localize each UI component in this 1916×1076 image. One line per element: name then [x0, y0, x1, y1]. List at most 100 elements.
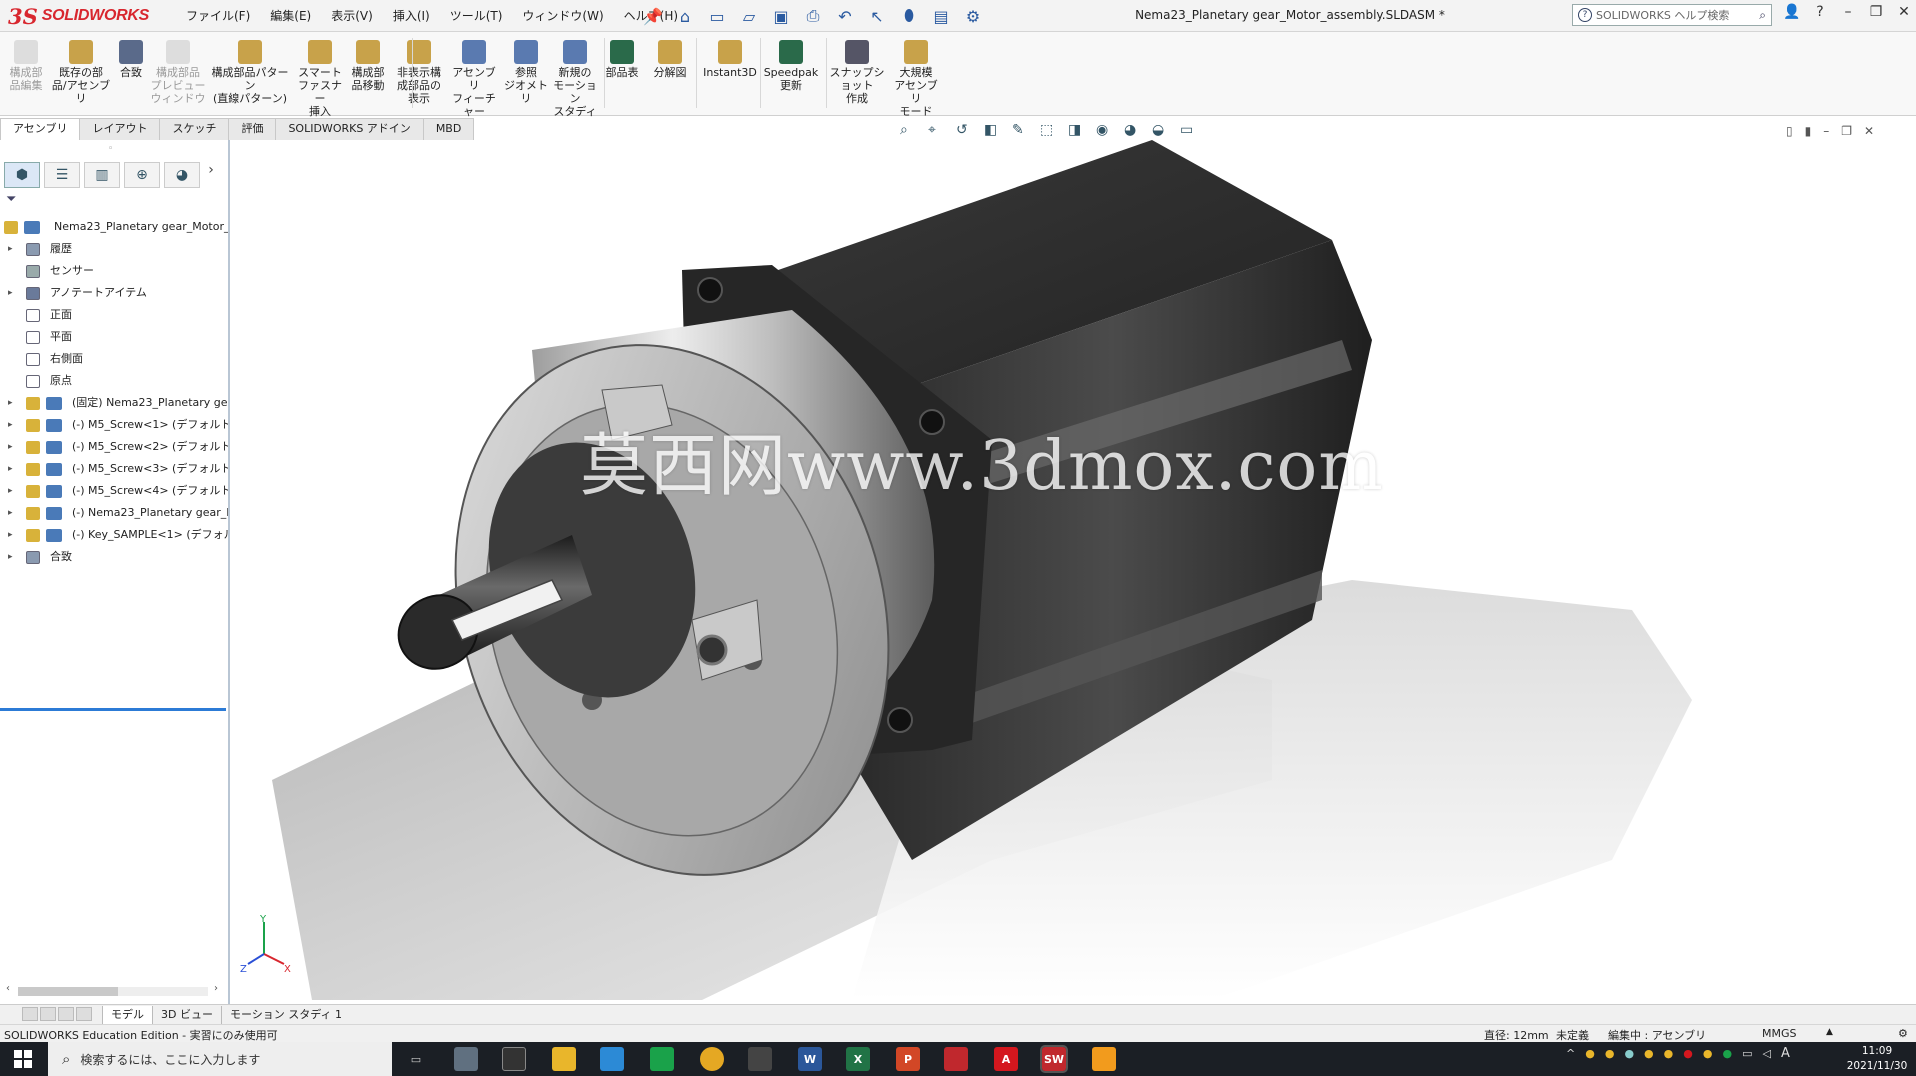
tab-4[interactable]: SOLIDWORKS アドイン	[275, 118, 424, 140]
help-search-box[interactable]: ? SOLIDWORKS ヘルプ検索 ⌕	[1572, 4, 1772, 26]
file-explorer-icon[interactable]	[552, 1047, 576, 1071]
acrobat-icon[interactable]: A	[994, 1047, 1018, 1071]
ribbon-button-12[interactable]: 分解図	[648, 38, 692, 112]
panel-horizontal-scrollbar[interactable]: ‹ ›	[4, 983, 226, 999]
tree-item-8[interactable]: ▸ (-) M5_Screw<1> (デフォルト<<	[0, 414, 228, 436]
tab-next-icon[interactable]	[58, 1006, 74, 1021]
tree-item-7[interactable]: ▸ (固定) Nema23_Planetary gea	[0, 392, 228, 414]
panel-more-chevron-icon[interactable]: ›	[204, 162, 218, 188]
tab-prev-icon[interactable]	[40, 1006, 56, 1021]
expand-arrow-icon[interactable]: ▸	[8, 480, 13, 502]
expand-arrow-icon[interactable]: ▸	[8, 502, 13, 524]
hide-show-items-icon[interactable]: ◉	[1096, 122, 1116, 140]
unit-dropdown-icon[interactable]: ▲	[1826, 1027, 1833, 1037]
tray-app-icon[interactable]: ●	[1703, 1047, 1713, 1060]
ribbon-button-13[interactable]: Instant3D	[702, 38, 758, 112]
tab-2[interactable]: スケッチ	[159, 118, 230, 140]
menu-item-3[interactable]: 挿入(I)	[383, 7, 440, 24]
filter-icon[interactable]: ⏷	[6, 192, 16, 207]
tree-item-12[interactable]: ▸ (-) Nema23_Planetary gear_M	[0, 502, 228, 524]
dynamic-annotation-icon[interactable]: ✎	[1012, 122, 1032, 140]
tree-item-3[interactable]: 正面	[0, 304, 228, 326]
tree-item-0[interactable]: ▸ 履歴	[0, 238, 228, 260]
expand-arrow-icon[interactable]: ▸	[8, 414, 13, 436]
expand-arrow-icon[interactable]: ▸	[8, 392, 13, 414]
expand-arrow-icon[interactable]: ▸	[8, 282, 13, 304]
file-properties-icon[interactable]: ▤	[928, 5, 954, 27]
task-view-icon[interactable]: ▭	[404, 1047, 428, 1071]
ribbon-button-1[interactable]: 既存の部 品/アセンブリ	[50, 38, 112, 112]
tree-item-4[interactable]: 平面	[0, 326, 228, 348]
search-icon[interactable]: ⌕	[1759, 8, 1766, 23]
expand-arrow-icon[interactable]: ▸	[8, 436, 13, 458]
menu-item-5[interactable]: ウィンドウ(W)	[512, 7, 613, 24]
tree-item-1[interactable]: センサー	[0, 260, 228, 282]
solidworks-2019-icon[interactable]: SW	[1040, 1045, 1068, 1073]
tree-item-11[interactable]: ▸ (-) M5_Screw<4> (デフォルト<<	[0, 480, 228, 502]
google-drive-icon[interactable]	[650, 1047, 674, 1071]
options-gear-icon[interactable]: ⚙	[960, 5, 986, 27]
tab-first-icon[interactable]	[22, 1006, 38, 1021]
restore-icon[interactable]: ❐	[1866, 4, 1886, 20]
tree-item-5[interactable]: 右側面	[0, 348, 228, 370]
tab-1[interactable]: レイアウト	[79, 118, 161, 140]
close-icon[interactable]: ✕	[1894, 4, 1914, 20]
powerpoint-icon[interactable]: P	[896, 1047, 920, 1071]
previous-view-icon[interactable]: ↺	[956, 122, 976, 140]
solidworks-logo[interactable]: 3S SOLIDWORKS	[8, 2, 154, 30]
display-manager-tab-icon[interactable]: ◕	[164, 162, 200, 188]
tray-app-icon[interactable]: ●	[1664, 1047, 1674, 1060]
expand-arrow-icon[interactable]: ▸	[8, 238, 13, 260]
solidworks-2020-icon[interactable]	[944, 1047, 968, 1071]
ribbon-button-6[interactable]: 構成部 品移動	[346, 38, 390, 112]
start-button[interactable]	[0, 1042, 46, 1076]
ribbon-button-4[interactable]: 構成部品パターン (直線パターン)	[208, 38, 292, 112]
panel-collapse-handle[interactable]: ◦	[108, 144, 113, 154]
ribbon-button-14[interactable]: Speedpak 更新	[762, 38, 820, 112]
zoom-to-fit-icon[interactable]: ⌕	[900, 122, 920, 140]
menu-item-4[interactable]: ツール(T)	[440, 7, 513, 24]
tray-app-icon[interactable]: ●	[1683, 1047, 1693, 1060]
graphics-viewport[interactable]: 莫西网www.3dmox.com Y X Z	[232, 140, 1916, 1004]
menu-item-2[interactable]: 表示(V)	[321, 7, 383, 24]
tab-last-icon[interactable]	[76, 1006, 92, 1021]
dimxpert-tab-icon[interactable]: ⊕	[124, 162, 160, 188]
save-icon[interactable]: ▣	[768, 5, 794, 27]
home-icon[interactable]: ⌂	[672, 5, 698, 27]
viewport-close-icon[interactable]: ✕	[1864, 124, 1874, 138]
status-options-icon[interactable]: ⚙	[1898, 1027, 1908, 1040]
tray-app-icon[interactable]: ●	[1624, 1047, 1634, 1060]
ribbon-button-3[interactable]: 構成部品 プレビュー ウィンドウ	[150, 38, 206, 112]
excel-icon[interactable]: X	[846, 1047, 870, 1071]
word-icon[interactable]: W	[798, 1047, 822, 1071]
apply-scene-icon[interactable]: ◒	[1152, 122, 1172, 140]
pin-icon[interactable]: 📌	[640, 5, 666, 27]
tree-item-13[interactable]: ▸ (-) Key_SAMPLE<1> (デフォルト	[0, 524, 228, 546]
fusion-icon[interactable]	[1092, 1047, 1116, 1071]
help-icon[interactable]: ?	[1810, 4, 1830, 20]
bottom-tab-2[interactable]: モーション スタディ 1	[220, 1005, 350, 1024]
terminal-icon[interactable]	[502, 1047, 526, 1071]
traffic-light-icon[interactable]: ⬮	[896, 5, 922, 27]
ribbon-button-0[interactable]: 構成部 品編集	[4, 38, 48, 112]
ribbon-button-9[interactable]: 参照 ジオメトリ	[504, 38, 548, 112]
open-folder-icon[interactable]: ▱	[736, 5, 762, 27]
app-misc-icon[interactable]	[748, 1047, 772, 1071]
onenote-icon[interactable]	[600, 1047, 624, 1071]
ribbon-button-7[interactable]: 非表示構 成部品の 表示	[394, 38, 444, 112]
menu-item-0[interactable]: ファイル(F)	[176, 7, 260, 24]
remote-desktop-icon[interactable]	[454, 1047, 478, 1071]
chrome-icon[interactable]	[700, 1047, 724, 1071]
scroll-thumb[interactable]	[18, 987, 118, 996]
viewport-minimize-icon[interactable]: –	[1823, 124, 1829, 138]
minimize-icon[interactable]: –	[1838, 4, 1858, 20]
property-manager-tab-icon[interactable]: ☰	[44, 162, 80, 188]
scroll-right-arrow-icon[interactable]: ›	[214, 983, 218, 994]
print-icon[interactable]: ⎙	[800, 5, 826, 27]
ribbon-button-8[interactable]: アセンブリ フィーチャー	[448, 38, 500, 118]
new-document-icon[interactable]: ▭	[704, 5, 730, 27]
bottom-tab-1[interactable]: 3D ビュー	[152, 1005, 221, 1024]
tray-app-icon[interactable]: ●	[1605, 1047, 1615, 1060]
tree-item-9[interactable]: ▸ (-) M5_Screw<2> (デフォルト<<	[0, 436, 228, 458]
ribbon-button-10[interactable]: 新規の モーション スタディ	[552, 38, 598, 118]
